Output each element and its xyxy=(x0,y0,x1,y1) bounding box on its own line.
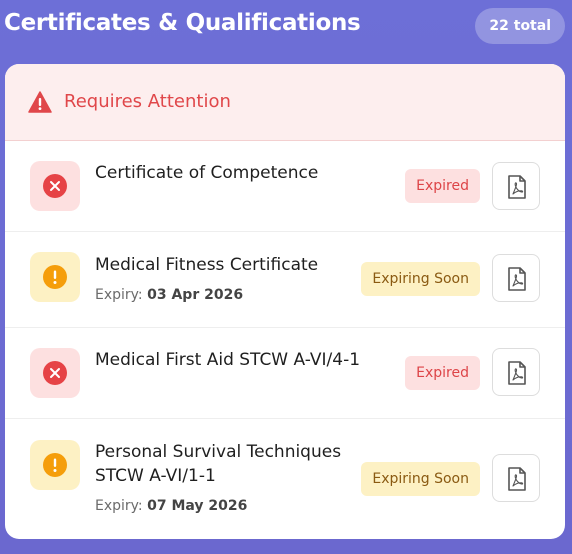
page-title: Certificates & Qualifications xyxy=(4,10,361,36)
total-count-badge: 22 total xyxy=(475,8,565,44)
certificate-row: Personal Survival Techniques STCW A-VI/1… xyxy=(5,419,565,539)
page-header: Certificates & Qualifications 22 total xyxy=(0,0,572,56)
expiry-date: 07 May 2026 xyxy=(147,498,248,514)
status-icon-expiring xyxy=(30,440,80,490)
attention-label: Requires Attention xyxy=(64,91,231,112)
expiry-date: 03 Apr 2026 xyxy=(147,287,244,303)
expiry-label: Expiry: xyxy=(95,287,143,303)
view-pdf-button[interactable] xyxy=(492,348,540,396)
certificate-name: Certificate of Competence xyxy=(95,163,319,183)
certificate-name: Personal Survival Techniques STCW A-VI/1… xyxy=(95,442,342,486)
status-badge: Expired xyxy=(405,356,480,390)
exclamation-circle-icon xyxy=(43,453,67,477)
status-badge: Expiring Soon xyxy=(361,262,480,296)
view-pdf-button[interactable] xyxy=(492,454,540,502)
status-icon-expired xyxy=(30,161,80,211)
certificates-card: Requires Attention Certificate of Compet… xyxy=(5,64,565,539)
certificate-name: Medical First Aid STCW A-VI/4-1 xyxy=(95,350,361,370)
pdf-file-icon xyxy=(508,267,526,291)
pdf-file-icon xyxy=(508,175,526,199)
certificate-name: Medical Fitness Certificate xyxy=(95,255,319,275)
expiry-info: Expiry: 07 May 2026 xyxy=(95,498,247,514)
certificate-row: Medical First Aid STCW A-VI/4-1 Expired xyxy=(5,328,565,419)
pdf-file-icon xyxy=(508,361,526,385)
expiry-label: Expiry: xyxy=(95,498,143,514)
status-badge: Expired xyxy=(405,169,480,203)
certificate-row: Medical Fitness Certificate Expiry: 03 A… xyxy=(5,232,565,328)
status-icon-expiring xyxy=(30,252,80,302)
pdf-file-icon xyxy=(508,467,526,491)
x-circle-icon xyxy=(43,174,67,198)
attention-header: Requires Attention xyxy=(5,64,565,141)
status-icon-expired xyxy=(30,348,80,398)
certificate-row: Certificate of Competence Expired xyxy=(5,141,565,232)
view-pdf-button[interactable] xyxy=(492,162,540,210)
expiry-info: Expiry: 03 Apr 2026 xyxy=(95,287,243,303)
exclamation-circle-icon xyxy=(43,265,67,289)
status-badge: Expiring Soon xyxy=(361,462,480,496)
view-pdf-button[interactable] xyxy=(492,254,540,302)
x-circle-icon xyxy=(43,361,67,385)
warning-triangle-icon xyxy=(28,91,52,113)
